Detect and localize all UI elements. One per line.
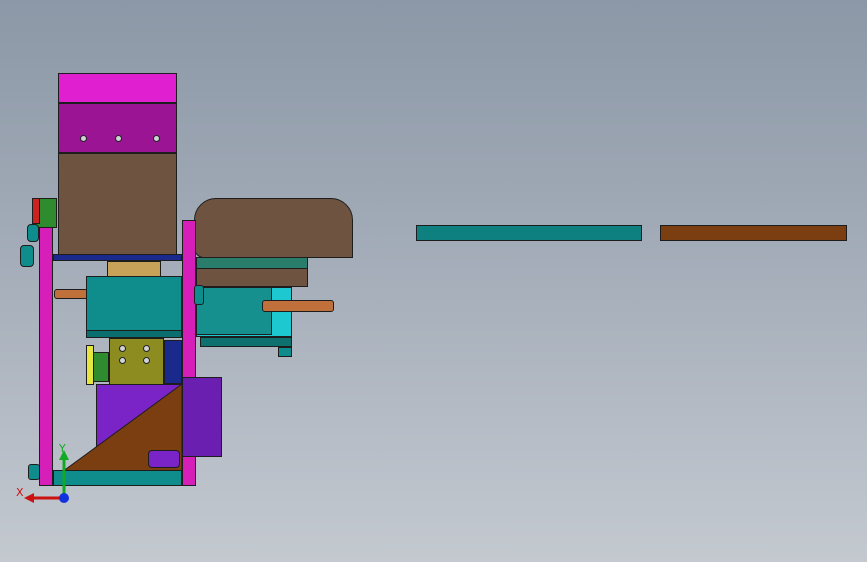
yellow-window — [107, 261, 161, 277]
hopper-top-cap — [58, 73, 177, 103]
blue-crossbar — [53, 254, 182, 261]
bolt-icon — [80, 135, 87, 142]
slide-base — [200, 337, 292, 347]
bolt-icon — [143, 345, 150, 352]
left-red-block — [32, 198, 40, 224]
left-cyan-knob-top — [27, 224, 39, 242]
teal-slide-wedge — [196, 287, 272, 335]
small-purple-tab — [148, 450, 180, 468]
purple-side-block — [182, 377, 222, 457]
green-slide-top — [196, 257, 308, 269]
bolt-icon — [143, 357, 150, 364]
rounded-cover — [194, 198, 353, 258]
bolt-icon — [115, 135, 122, 142]
right-cyan-knob — [194, 285, 204, 305]
right-rod — [262, 300, 334, 312]
bolt-icon — [119, 357, 126, 364]
cad-viewport[interactable]: X Y — [0, 0, 867, 562]
left-cyan-knob — [20, 245, 34, 267]
x-axis-label: X — [16, 486, 24, 499]
slide-foot — [278, 347, 292, 357]
machine-assembly[interactable] — [0, 0, 867, 562]
left-rod — [54, 289, 89, 299]
blue-guide — [164, 340, 182, 384]
hopper-upper-body — [58, 103, 177, 153]
olive-plate — [109, 338, 164, 386]
green-bracket — [93, 352, 109, 382]
y-axis-label: Y — [59, 442, 66, 455]
hopper-lower-body — [58, 153, 177, 255]
bolt-icon — [153, 135, 160, 142]
coordinate-triad — [24, 450, 69, 503]
bolt-icon — [119, 345, 126, 352]
teal-main-block — [86, 276, 182, 336]
teal-mid-band — [86, 330, 182, 338]
